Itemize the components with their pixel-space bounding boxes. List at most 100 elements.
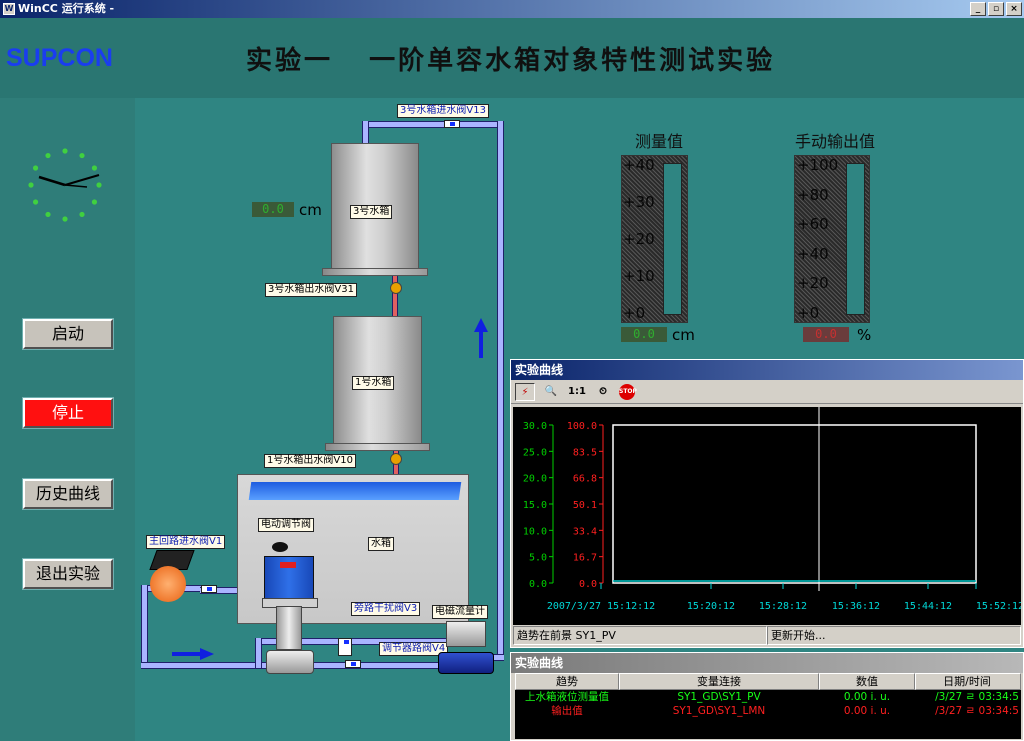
start-button[interactable]: 启动 <box>22 318 114 350</box>
manual-output-label: 手动输出值 <box>795 132 876 151</box>
clock-tick <box>91 199 98 205</box>
history-curve-button[interactable]: 历史曲线 <box>22 478 114 510</box>
measured-unit: cm <box>672 326 695 344</box>
level-readout: 0.0 <box>252 202 294 217</box>
col-value[interactable]: 数值 <box>819 673 915 690</box>
trend-table: 趋势 变量连接 数值 日期/时间 上水箱液位测量值 SY1_GD\SY1_PV … <box>515 673 1021 739</box>
close-button[interactable]: × <box>1006 2 1022 16</box>
col-trend[interactable]: 趋势 <box>515 673 619 690</box>
left-axis-tick: 0.0 <box>529 579 547 590</box>
clock-tick <box>32 199 39 205</box>
clock-minute-hand <box>64 174 100 186</box>
sump-label: 水箱 <box>368 537 394 551</box>
measured-tick: +0 <box>623 304 646 322</box>
trend-table-header: 趋势 变量连接 数值 日期/时间 <box>515 673 1021 690</box>
tank1-label: 1号水箱 <box>352 376 395 390</box>
col-variable[interactable]: 变量连接 <box>619 673 819 690</box>
row-var: SY1_GD\SY1_LMN <box>672 705 766 717</box>
right-axis-tick: 66.8 <box>573 474 597 485</box>
trend-plot[interactable]: 30.0 25.0 20.0 15.0 10.0 5.0 0.0 100.0 83.5 66.8 5… <box>513 407 1021 625</box>
row-trend: 上水箱液位测量值 <box>525 691 609 703</box>
sump-water <box>248 482 462 500</box>
trend-toolbar: ⚡ 🔍 1:1 ⏲ STOP <box>511 380 1023 404</box>
clock-hour-hand <box>38 175 66 187</box>
flow-up-arrow-icon <box>474 318 488 358</box>
valve-v3-label: 旁路干扰阀V3 <box>351 602 421 616</box>
flowmeter-label: 电磁流量计 <box>432 605 488 619</box>
valve-v31[interactable] <box>390 282 402 294</box>
manual-tick: +60 <box>797 215 829 234</box>
x-axis-tick: 15:20:12 <box>687 601 735 612</box>
clock-second-hand <box>64 184 88 188</box>
zoom-1to1-icon[interactable]: 1:1 <box>567 383 587 401</box>
timer-icon[interactable]: ⏲ <box>593 383 613 401</box>
manual-bar-track <box>846 163 865 315</box>
clock-tick <box>28 182 34 188</box>
trend-window-title: 实验曲线 <box>511 360 1023 380</box>
ecv-label: 电动调节阀 <box>258 518 314 532</box>
supcon-logo: SUPCON <box>6 44 113 72</box>
measured-readout: 0.0 <box>621 327 667 342</box>
ecv-stem <box>276 606 302 650</box>
measured-tick: +30 <box>623 193 655 211</box>
table-row[interactable]: 上水箱液位测量值 SY1_GD\SY1_PV 0.00 i. u. /3/27 … <box>515 690 1021 704</box>
flowmeter-head <box>446 621 486 647</box>
pipe-bypass-left <box>255 638 262 668</box>
analog-clock <box>28 148 102 222</box>
trend-table-window: 实验曲线 趋势 变量连接 数值 日期/时间 上水箱液位测量值 SY1_GD\SY… <box>510 652 1024 741</box>
clock-tick <box>62 148 68 154</box>
valve-v10[interactable] <box>390 453 402 465</box>
tank3-base <box>322 268 428 276</box>
x-axis-tick: 15:36:12 <box>832 601 880 612</box>
clock-tick <box>45 211 51 218</box>
left-axis-tick: 10.0 <box>523 526 547 537</box>
measured-tick: +40 <box>623 156 655 174</box>
x-axis-tick: 15:28:12 <box>759 601 807 612</box>
restore-button[interactable]: ▫ <box>988 2 1004 16</box>
left-axis-tick: 5.0 <box>529 553 547 564</box>
tank3-label: 3号水箱 <box>350 205 393 219</box>
stop-button[interactable]: 停止 <box>22 397 114 429</box>
measured-bar-track <box>663 163 682 315</box>
clock-tick <box>62 216 68 222</box>
stop-icon[interactable]: STOP <box>619 383 637 400</box>
valve-v4[interactable] <box>345 660 361 668</box>
trend-statusbar: 趋势在前景 SY1_PV 更新开始... <box>513 626 1021 646</box>
left-axis-tick: 20.0 <box>523 474 547 485</box>
row-value: 0.00 i. u. <box>843 691 891 703</box>
flow-right-arrow-icon <box>172 648 214 660</box>
valve-v1[interactable] <box>201 585 217 593</box>
flowmeter-body[interactable] <box>438 652 494 674</box>
measured-tick: +20 <box>623 230 655 248</box>
trend-live-update-icon[interactable]: ⚡ <box>515 382 535 401</box>
table-row[interactable]: 输出值 SY1_GD\SY1_LMN 0.00 i. u. /3/27 ㄹ 03… <box>515 704 1021 718</box>
row-trend: 输出值 <box>551 705 583 717</box>
left-axis-tick: 25.0 <box>523 447 547 458</box>
valve-v3[interactable] <box>338 638 352 656</box>
exit-experiment-button[interactable]: 退出实验 <box>22 558 114 590</box>
minimize-button[interactable]: _ <box>970 2 986 16</box>
ecv-body <box>266 650 314 674</box>
col-datetime[interactable]: 日期/时间 <box>915 673 1021 690</box>
measured-value-label: 测量值 <box>635 132 684 151</box>
wincc-app-icon: W <box>3 3 15 15</box>
row-value: 0.00 i. u. <box>843 705 891 717</box>
manual-tick: +80 <box>797 185 829 204</box>
clock-tick <box>45 152 51 159</box>
zoom-icon[interactable]: 🔍 <box>541 383 561 401</box>
pump-icon[interactable] <box>150 566 186 602</box>
valve-v13[interactable] <box>444 120 460 128</box>
valve-v13-label: 3号水箱进水阀V13 <box>397 104 489 118</box>
valve-v31-label: 3号水箱出水阀V31 <box>265 283 357 297</box>
plot-frame <box>612 424 977 584</box>
right-axis-tick: 83.5 <box>573 447 597 458</box>
trend-window: 实验曲线 ⚡ 🔍 1:1 ⏲ STOP 30.0 25.0 20.0 15.0 10.0… <box>510 359 1024 648</box>
pipe-tank3-inlet <box>362 121 369 143</box>
row-var: SY1_GD\SY1_PV <box>677 691 761 703</box>
pipe-top <box>362 121 504 128</box>
row-date: /3/27 ㄹ 03:34:5 <box>935 705 1019 717</box>
ecv-indicator <box>280 562 296 568</box>
right-axis-tick: 50.1 <box>573 500 597 511</box>
tank1-base <box>325 443 430 451</box>
manual-unit: % <box>857 326 872 344</box>
